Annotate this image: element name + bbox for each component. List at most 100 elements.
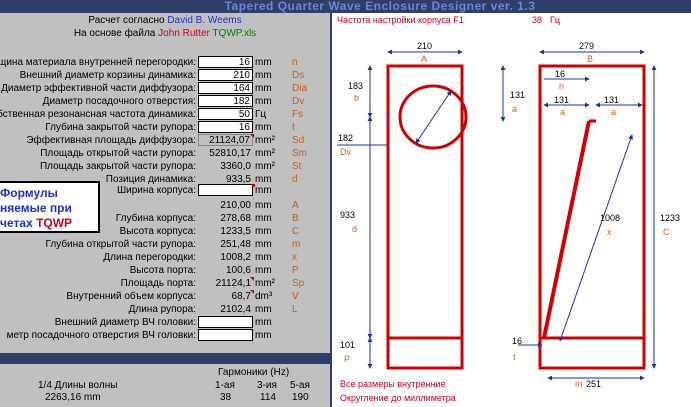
results-unit: mm xyxy=(255,185,272,196)
results-unit: mm xyxy=(255,317,272,328)
c-sym: C xyxy=(663,227,670,237)
a3-sym: a xyxy=(611,107,616,117)
inputs-input-cell[interactable]: 164 xyxy=(198,82,253,94)
inputs-row: Диаметр посадочного отверстия: 182 mm Dv xyxy=(0,95,330,108)
results-symbol: B xyxy=(292,213,299,224)
inputs-input-cell[interactable]: 210 xyxy=(198,69,253,81)
a2-value: 131 xyxy=(554,95,569,105)
inputs-symbol: Fs xyxy=(292,109,304,120)
note-tqwp: TQWP xyxy=(36,216,73,230)
inputs-unit: mm² xyxy=(255,161,275,172)
results-unit: mm xyxy=(255,200,272,211)
results-row: Внешний диаметр ВЧ головки: mm xyxy=(0,316,330,329)
t-sym: t xyxy=(513,352,516,362)
comment-indicator-icon xyxy=(250,134,254,138)
results-symbol: C xyxy=(292,226,300,237)
results-row: метр посадочного отверстия ВЧ головки: mm xyxy=(0,329,330,342)
inputs-symbol: Sm xyxy=(292,148,307,159)
note-line-2: няемые при xyxy=(0,201,72,215)
inputs-input-cell[interactable]: 50 xyxy=(198,108,253,120)
results-unit: mm xyxy=(255,252,272,263)
results-value: 100,6 xyxy=(225,265,251,276)
inputs-value: 52810,17 xyxy=(209,148,251,159)
inputs-label: Глубина закрытой части рупора: xyxy=(45,122,196,133)
results-unit: mm xyxy=(255,213,272,224)
results-label: Глубина открытой части рупора: xyxy=(45,239,196,250)
parameters-panel: Расчет согласно David B. Weems На основе… xyxy=(0,13,330,353)
results-symbol: L xyxy=(292,304,298,315)
side-depth-value: 279 xyxy=(579,41,594,51)
note-line-1: Формулы xyxy=(0,186,58,200)
dv-sym: Dv xyxy=(340,147,351,157)
results-row: Внутренний объем корпуса: 68,7 dm³ V xyxy=(0,290,330,303)
results-symbol: V xyxy=(292,291,299,302)
a3-value: 131 xyxy=(604,95,619,105)
tuning-value: 38 xyxy=(532,15,542,25)
results-input-cell[interactable] xyxy=(198,316,253,328)
inputs-symbol: Ds xyxy=(292,70,305,81)
results-symbol: m xyxy=(292,239,301,250)
results-label: Глубина корпуса: xyxy=(115,213,196,224)
m-sym: m xyxy=(575,379,583,389)
results-value: 278,68 xyxy=(220,213,251,224)
harmonic-col-5: 5-ая xyxy=(290,380,310,391)
x-sym: x xyxy=(607,227,612,237)
side-panel-outline xyxy=(538,64,646,370)
a2-sym: a xyxy=(560,107,565,117)
b-value: 183 xyxy=(348,81,363,91)
results-symbol: x xyxy=(292,252,297,263)
spreadsheet-window: Tapered Quarter Wave Enclosure Designer … xyxy=(0,0,691,407)
results-row: Площадь порта: 21124,1 mm² Sp xyxy=(0,277,330,290)
results-label: Длина рупора: xyxy=(128,304,196,315)
inputs-input-cell[interactable]: 16 xyxy=(198,56,253,68)
driver-diameter-arrow xyxy=(415,90,452,144)
harmonic-5-value: 190 xyxy=(292,392,309,403)
comment-indicator-icon xyxy=(250,290,254,294)
formula-note: Формулы няемые при четах TQWP xyxy=(0,181,100,233)
source-file: TQWP.xls xyxy=(212,28,257,39)
inputs-row: Диаметр эффективной части диффузора: 164 m… xyxy=(0,82,330,95)
inputs-symbol: Dia xyxy=(292,83,308,94)
results-unit: mm xyxy=(255,265,272,276)
inputs-row: Площадь открытой части рупора: 52810,17 mm… xyxy=(0,147,330,160)
inputs-value: 21124,07 xyxy=(198,134,253,146)
enclosure-drawing: Частота настройки корпуса F1 38 Гц 210 A… xyxy=(332,13,691,407)
results-label: Ширина корпуса: xyxy=(116,185,196,196)
results-value: 1233,5 xyxy=(220,226,251,237)
inputs-input-cell[interactable]: 16 xyxy=(198,121,253,133)
internal-partition xyxy=(542,120,591,339)
results-row: Глубина открытой части рупора: 251,48 mm m xyxy=(0,238,330,251)
inputs-row: Эффективная площадь диффузора: 21124,07 mm… xyxy=(0,134,330,147)
inputs-row: Площадь закрытой части рупора: 3360,0 mm² S… xyxy=(0,160,330,173)
results-unit: mm xyxy=(255,330,272,341)
results-label: Внешний диаметр ВЧ головки: xyxy=(54,317,196,328)
inputs-label: обственная резонансная частота динамика: xyxy=(0,109,196,120)
front-width-sym: A xyxy=(421,54,427,64)
harmonics-panel: Гармоники (Hz) 1-ая 3-ия 5-ая 1/4 Длины … xyxy=(0,364,330,407)
results-input-cell[interactable] xyxy=(198,329,253,341)
results-row: Длина перегородки: 1008,2 mm x xyxy=(0,251,330,264)
app-title: Tapered Quarter Wave Enclosure Designer … xyxy=(224,0,536,13)
comment-indicator-icon xyxy=(251,184,255,188)
inputs-unit: mm xyxy=(255,96,272,107)
inputs-row: Глубина закрытой части рупора: 16 mm t xyxy=(0,121,330,134)
inputs-unit: mm xyxy=(255,70,272,81)
x-dim xyxy=(559,134,633,342)
n-sym: n xyxy=(559,81,564,91)
results-unit: dm³ xyxy=(255,291,273,302)
inputs-unit: Гц xyxy=(255,109,267,120)
n-value: 16 xyxy=(555,69,565,79)
inputs-label: щина материала внутренней перегородки: xyxy=(0,57,196,68)
note-internal-dims: Все размеры внутренние xyxy=(340,379,446,389)
dv-value: 182 xyxy=(338,133,353,143)
results-symbol: A xyxy=(292,200,299,211)
results-input-cell[interactable] xyxy=(198,184,253,196)
inputs-label: Диаметр эффективной части диффузора: xyxy=(1,83,196,94)
p-value: 101 xyxy=(340,340,355,350)
quarter-wave-value: 2263,16 mm xyxy=(45,392,101,403)
results-value: 251,48 xyxy=(220,239,251,250)
inputs-input-cell[interactable]: 182 xyxy=(198,95,253,107)
inputs-unit: mm xyxy=(255,57,272,68)
d-sym: d xyxy=(352,224,357,234)
d-value: 933 xyxy=(340,210,355,220)
